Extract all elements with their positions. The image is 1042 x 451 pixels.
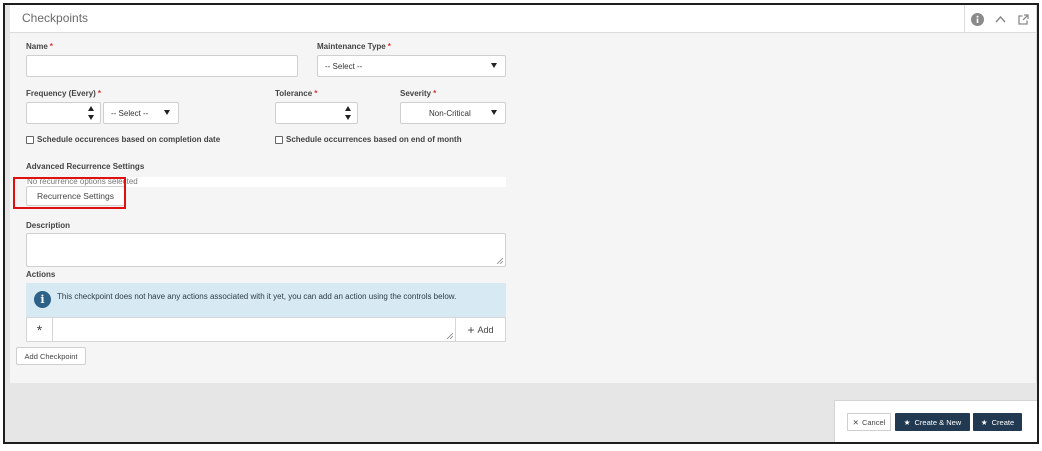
add-checkpoint-button[interactable]: Add Checkpoint bbox=[16, 347, 86, 365]
severity-value: Non-Critical bbox=[429, 109, 471, 118]
action-entry-row: * + Add bbox=[26, 317, 506, 342]
severity-label: Severity * bbox=[400, 89, 437, 98]
caret-down-icon bbox=[164, 110, 170, 115]
header-icon-group bbox=[964, 5, 1036, 33]
info-circle-icon: i bbox=[34, 291, 51, 308]
checkbox-box[interactable] bbox=[26, 135, 34, 144]
tolerance-label: Tolerance * bbox=[275, 89, 318, 98]
add-button-label: Add bbox=[477, 324, 494, 335]
description-label: Description bbox=[26, 221, 71, 230]
caret-down-icon bbox=[491, 110, 497, 115]
close-icon: ✕ bbox=[852, 417, 859, 427]
tolerance-stepper[interactable] bbox=[275, 102, 358, 124]
required-mark: * bbox=[97, 89, 101, 98]
external-link-icon[interactable] bbox=[1017, 13, 1030, 26]
actions-info-text: This checkpoint does not have any action… bbox=[57, 292, 457, 301]
required-mark: * bbox=[49, 42, 53, 51]
star-icon: ★ bbox=[980, 417, 988, 427]
required-mark: * bbox=[314, 89, 318, 98]
frequency-unit-value: -- Select -- bbox=[111, 109, 149, 118]
cancel-label: Cancel bbox=[861, 417, 886, 427]
chevron-up-icon[interactable] bbox=[994, 13, 1007, 26]
schedule-month-end-checkbox[interactable]: Schedule occurrences based on end of mon… bbox=[275, 135, 462, 144]
app-frame: Checkpoints Name * Maintenance Type * -- S… bbox=[3, 3, 1039, 444]
footer-actions: ✕ Cancel ★ Create & New ★ Create bbox=[834, 400, 1037, 442]
star-icon: ★ bbox=[903, 417, 911, 427]
add-action-button[interactable]: + Add bbox=[456, 318, 505, 341]
create-and-new-label: Create & New bbox=[914, 417, 962, 427]
severity-select[interactable]: Non-Critical bbox=[400, 102, 506, 124]
schedule-completion-label: Schedule occurences based on completion … bbox=[37, 135, 221, 144]
schedule-completion-checkbox[interactable]: Schedule occurences based on completion … bbox=[26, 135, 220, 144]
actions-info-alert: i This checkpoint does not have any acti… bbox=[26, 283, 506, 317]
spin-up-icon[interactable] bbox=[345, 106, 351, 111]
asterisk-icon: * bbox=[27, 318, 53, 341]
description-textarea[interactable] bbox=[26, 233, 506, 267]
actions-label: Actions bbox=[26, 270, 56, 279]
caret-down-icon bbox=[491, 63, 497, 68]
schedule-month-end-label: Schedule occurrences based on end of mon… bbox=[286, 135, 462, 144]
spin-down-icon[interactable] bbox=[88, 115, 94, 120]
required-mark: * bbox=[387, 42, 391, 51]
checkbox-box[interactable] bbox=[275, 135, 283, 144]
highlight-box bbox=[13, 177, 126, 209]
required-mark: * bbox=[433, 89, 437, 98]
spin-down-icon[interactable] bbox=[345, 115, 351, 120]
maintenance-type-value: -- Select -- bbox=[325, 62, 363, 71]
frequency-unit-select[interactable]: -- Select -- bbox=[103, 102, 179, 124]
panel-header: Checkpoints bbox=[10, 5, 1036, 33]
resize-grip-icon[interactable] bbox=[447, 333, 453, 339]
frequency-stepper[interactable] bbox=[26, 102, 101, 124]
cancel-button[interactable]: ✕ Cancel bbox=[847, 413, 891, 431]
create-label: Create bbox=[991, 417, 1015, 427]
advanced-recurrence-label: Advanced Recurrence Settings bbox=[26, 162, 145, 171]
plus-icon: + bbox=[467, 322, 475, 337]
spin-up-icon[interactable] bbox=[88, 106, 94, 111]
action-input[interactable] bbox=[53, 318, 456, 341]
panel-title: Checkpoints bbox=[22, 11, 89, 25]
maintenance-type-label: Maintenance Type * bbox=[317, 42, 391, 51]
resize-grip-icon[interactable] bbox=[497, 258, 503, 264]
maintenance-type-select[interactable]: -- Select -- bbox=[317, 55, 506, 77]
name-input[interactable] bbox=[26, 55, 298, 77]
checkpoints-panel: Checkpoints Name * Maintenance Type * -- S… bbox=[10, 5, 1037, 383]
info-icon[interactable] bbox=[971, 12, 984, 26]
create-and-new-button[interactable]: ★ Create & New bbox=[895, 413, 970, 431]
frequency-label: Frequency (Every) * bbox=[26, 89, 101, 98]
create-button[interactable]: ★ Create bbox=[973, 413, 1022, 431]
name-label: Name * bbox=[26, 42, 53, 51]
